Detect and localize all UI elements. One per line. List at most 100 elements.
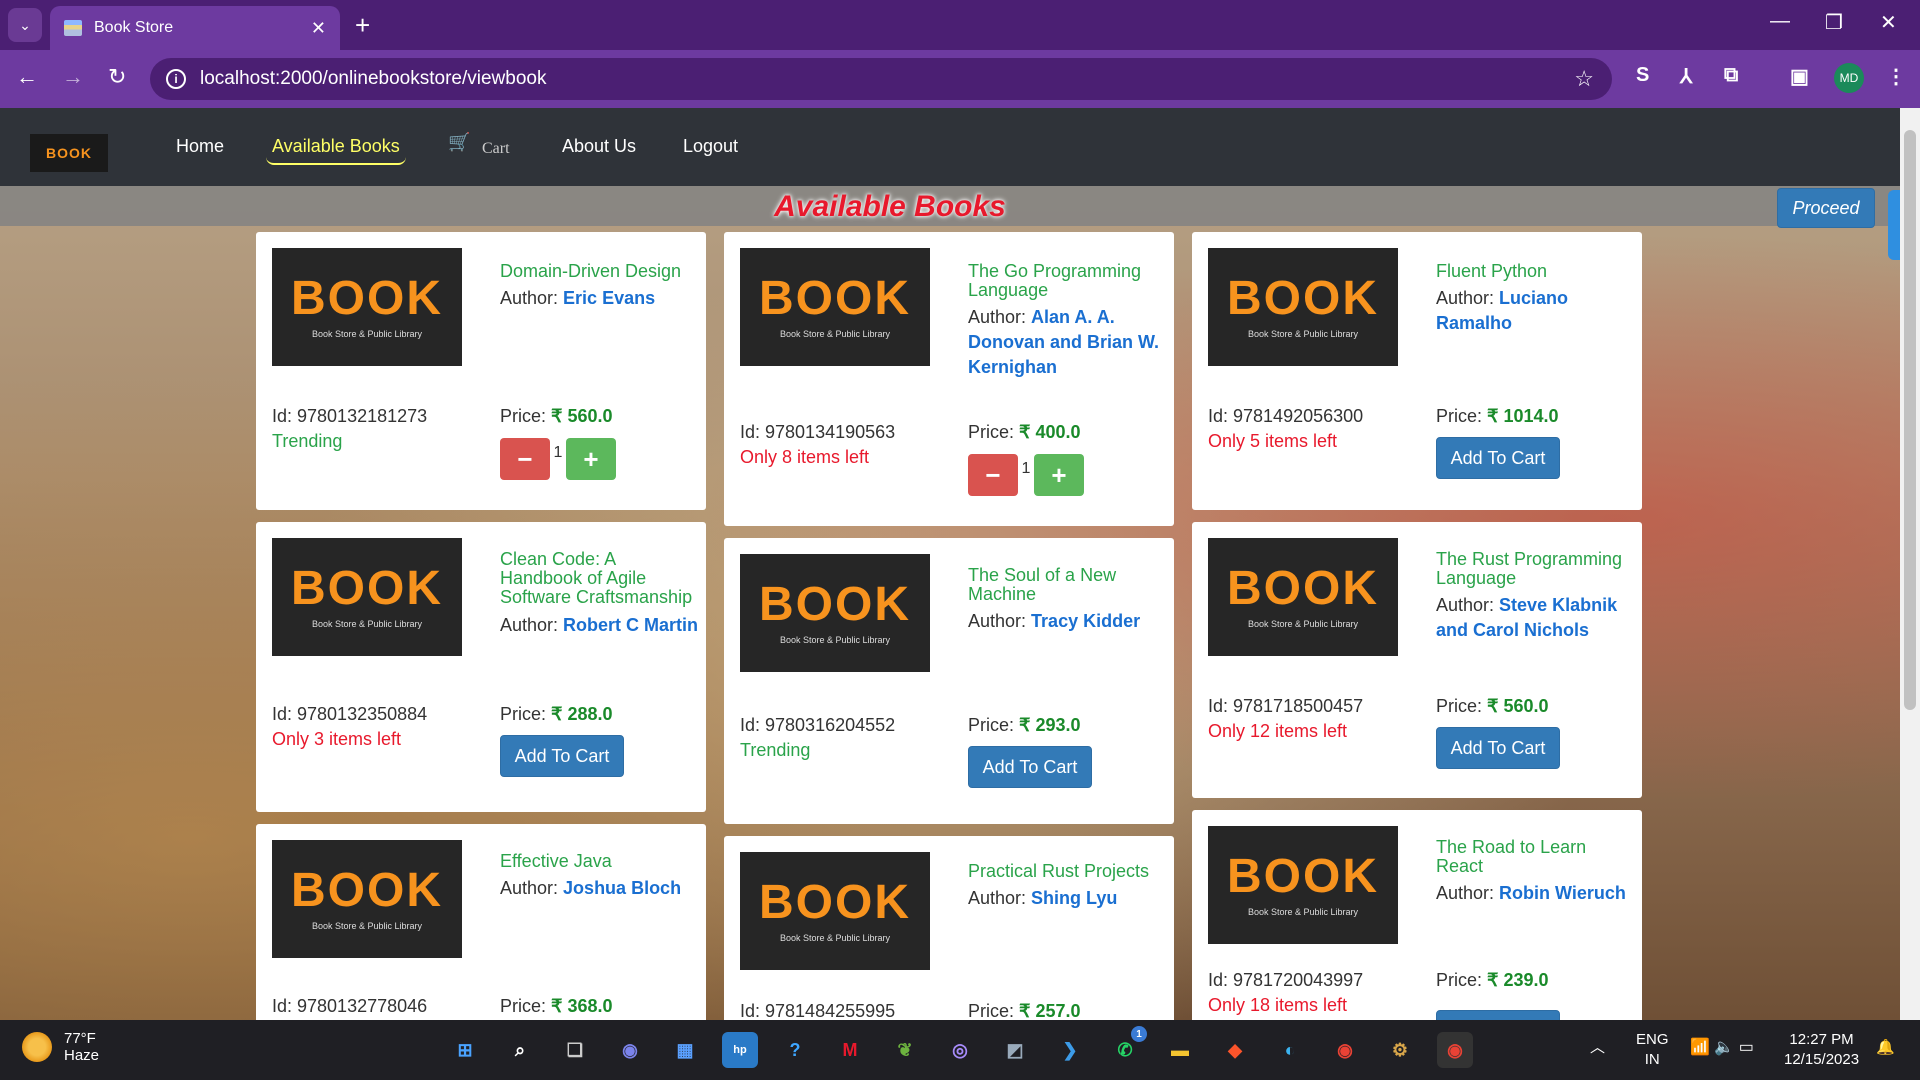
book-price: Price: ₹ 560.0 [500, 406, 613, 426]
book-cover-image: BOOK Book Store & Public Library [1208, 538, 1398, 656]
time: 12:27 PM [1789, 1031, 1854, 1048]
book-card: BOOK Book Store & Public Library Clean Co… [256, 522, 706, 812]
notification-bell-icon[interactable]: 🔔 [1876, 1038, 1895, 1058]
language-indicator[interactable]: ENG IN [1636, 1030, 1669, 1070]
book-status: Only 18 items left [1208, 995, 1348, 1015]
new-tab-button[interactable]: + [355, 10, 370, 41]
myhp-icon[interactable]: hp [722, 1032, 758, 1068]
quantity-stepper: − 1 + [968, 454, 1084, 496]
increase-quantity-button[interactable]: + [1034, 454, 1084, 496]
tab-search-button[interactable]: ⌄ [8, 8, 42, 42]
add-to-cart-button[interactable]: Add To Cart [1436, 437, 1560, 479]
book-author: Author: Robin Wieruch [1436, 883, 1626, 903]
temperature: 77°F [64, 1030, 96, 1047]
edge-browser-icon[interactable]: ◐ [1272, 1032, 1308, 1068]
side-panel-icon[interactable]: ▣ [1790, 64, 1809, 89]
page-scrollbar[interactable] [1900, 108, 1920, 1020]
clock[interactable]: 12:27 PM 12/15/2023 [1784, 1030, 1859, 1070]
help-icon[interactable]: ? [777, 1032, 813, 1068]
book-price: Price: ₹ 293.0 [968, 715, 1081, 735]
nav-home[interactable]: Home [176, 136, 224, 157]
spring-tools-icon[interactable]: ❦ [887, 1032, 923, 1068]
weather-condition: Haze [64, 1047, 100, 1064]
whatsapp-icon[interactable]: ✆ 1 [1107, 1026, 1147, 1068]
decrease-quantity-button[interactable]: − [968, 454, 1018, 496]
add-to-cart-button[interactable]: Add To Cart [968, 746, 1092, 788]
back-button[interactable]: ← [16, 64, 38, 90]
book-name: Effective Java [500, 851, 612, 871]
nav-logout[interactable]: Logout [683, 136, 738, 157]
eclipse-icon[interactable]: ◩ [997, 1032, 1033, 1068]
weather-widget[interactable]: 77°F Haze [22, 1030, 99, 1064]
nav-about-us[interactable]: About Us [562, 136, 636, 157]
book-store-favicon [64, 20, 82, 36]
book-cover-image: BOOK Book Store & Public Library [740, 852, 930, 970]
book-price: Price: ₹ 1014.0 [1436, 406, 1559, 426]
cart-icon[interactable]: 🛒 [448, 132, 470, 153]
chrome-profile-icon[interactable]: ◉ [1437, 1032, 1473, 1068]
proceed-button[interactable]: Proceed [1777, 188, 1875, 228]
browser-menu-icon[interactable]: ⋮ [1886, 64, 1906, 89]
book-author: Author: Eric Evans [500, 288, 656, 308]
task-view-icon[interactable]: ❏ [557, 1032, 593, 1068]
forward-button[interactable]: → [62, 64, 84, 90]
add-to-cart-button[interactable]: Add To Cart [500, 735, 624, 777]
add-to-cart-button[interactable]: Add To Cart [1436, 1010, 1560, 1020]
teams-chat-icon[interactable]: ◉ [612, 1032, 648, 1068]
book-card: BOOK Book Store & Public Library The Go P… [724, 232, 1174, 526]
bookmark-star-icon[interactable]: ☆ [1574, 66, 1594, 92]
microsoft-store-icon[interactable]: ▦ [667, 1032, 703, 1068]
site-info-icon[interactable]: i [166, 69, 186, 89]
github-icon[interactable]: ◎ [942, 1032, 978, 1068]
book-id: Id: 9780316204552 [740, 715, 896, 735]
close-tab-icon[interactable]: ✕ [311, 18, 326, 39]
book-name: The Go Programming Language [968, 261, 1142, 300]
page-title: Available Books [774, 190, 1006, 223]
book-id: Id: 9780132350884 [272, 704, 428, 724]
restore-button[interactable]: ❐ [1825, 10, 1843, 35]
windows-start-icon[interactable]: ⊞ [447, 1032, 483, 1068]
extension-a-icon[interactable]: ⅄ [1680, 64, 1692, 89]
book-id: Id: 9781720043997 [1208, 970, 1364, 990]
decrease-quantity-button[interactable]: − [500, 438, 550, 480]
book-cover-image: BOOK Book Store & Public Library [1208, 826, 1398, 944]
vscode-icon[interactable]: ❯ [1052, 1032, 1088, 1068]
book-name: The Rust Programming Language [1436, 549, 1623, 588]
book-card: BOOK Book Store & Public Library The Soul… [724, 538, 1174, 824]
extensions-puzzle-icon[interactable]: ⧉ [1724, 64, 1738, 87]
nav-available-books[interactable]: Available Books [266, 136, 406, 165]
book-author: Author: Tracy Kidder [968, 611, 1141, 631]
settings-gear-icon[interactable]: ⚙ [1382, 1032, 1418, 1068]
nav-cart[interactable]: Cart [482, 140, 510, 158]
close-window-button[interactable]: ✕ [1880, 10, 1897, 35]
book-name: The Road to Learn React [1436, 837, 1587, 876]
increase-quantity-button[interactable]: + [566, 438, 616, 480]
file-explorer-icon[interactable]: ▬ [1162, 1032, 1198, 1068]
search-icon[interactable]: ⌕ [502, 1032, 538, 1068]
mcafee-icon[interactable]: M [832, 1032, 868, 1068]
brave-browser-icon[interactable]: ◆ [1217, 1032, 1253, 1068]
wifi-volume-battery-icons[interactable]: 📶 🔈 ▭ [1690, 1038, 1754, 1058]
tab-title: Book Store [94, 19, 174, 36]
book-status: Trending [740, 740, 811, 760]
show-hidden-icons[interactable]: ︿ [1590, 1038, 1605, 1058]
book-author: Author: Shing Lyu [968, 888, 1118, 908]
minimize-button[interactable]: — [1770, 10, 1790, 33]
book-price: Price: ₹ 239.0 [1436, 970, 1549, 990]
scrollbar-thumb[interactable] [1904, 130, 1916, 710]
add-to-cart-button[interactable]: Add To Cart [1436, 727, 1560, 769]
browser-tab[interactable]: Book Store ✕ [50, 6, 340, 50]
book-id: Id: 9780134190563 [740, 422, 896, 442]
reload-button[interactable]: ↻ [108, 64, 126, 90]
site-logo[interactable]: BOOK [30, 134, 108, 172]
url-field[interactable]: i localhost:2000/onlinebookstore/viewboo… [150, 58, 1612, 100]
chrome-icon[interactable]: ◉ [1327, 1032, 1363, 1068]
book-cover-image: BOOK Book Store & Public Library [1208, 248, 1398, 366]
side-tab[interactable] [1888, 190, 1900, 260]
profile-avatar[interactable]: MD [1834, 63, 1864, 93]
extension-s-icon[interactable]: S [1636, 64, 1649, 87]
taskbar-apps: ⊞ ⌕ ❏ ◉ ▦ hp ? M ❦ ◎ ◩ ❯ ✆ 1 ▬ ◆ ◐ ◉ ⚙ ◉ [447, 1026, 1473, 1068]
book-price: Price: ₹ 560.0 [1436, 696, 1549, 716]
book-card: BOOK Book Store & Public Library Domain-D… [256, 232, 706, 510]
book-author: Author: Robert C Martin [500, 615, 699, 635]
